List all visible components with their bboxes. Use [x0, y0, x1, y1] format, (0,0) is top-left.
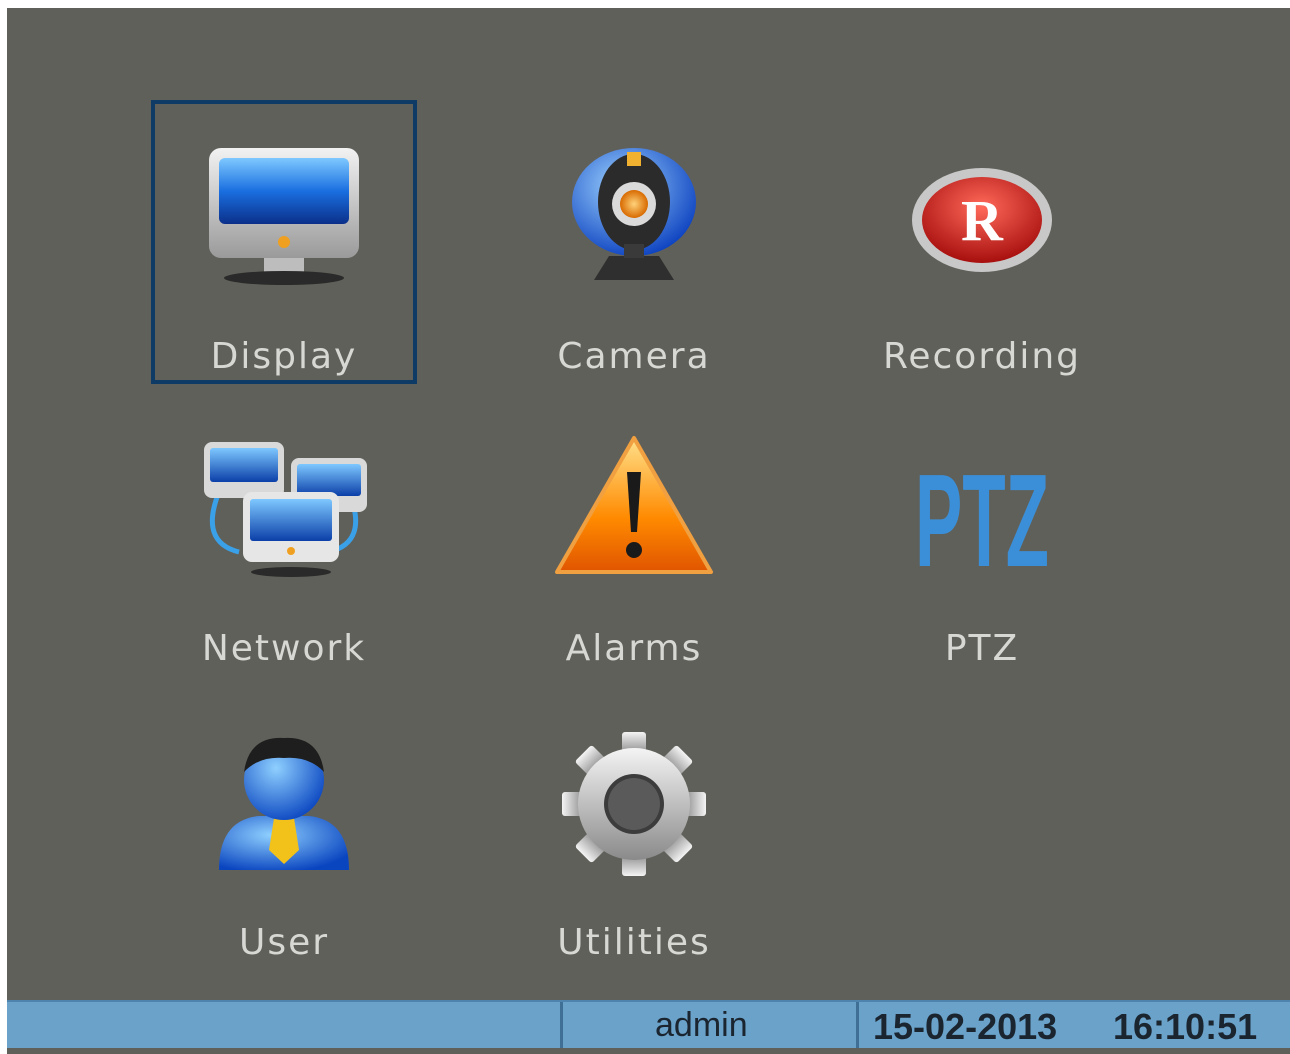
- network-icon: [204, 442, 367, 577]
- menu-item-label: User: [238, 922, 330, 963]
- current-user: admin: [655, 1006, 748, 1044]
- status-blank-segment: [7, 1002, 560, 1048]
- menu-item-label: Utilities: [557, 922, 711, 963]
- menu-item-label: PTZ: [944, 628, 1020, 669]
- status-user-segment: admin: [560, 1002, 856, 1048]
- ptz-icon-text: PTZ: [915, 447, 1049, 588]
- menu-item-recording[interactable]: R Recording: [849, 100, 1115, 384]
- menu-item-label: Recording: [882, 336, 1082, 377]
- webcam-icon: [572, 148, 696, 280]
- warning-icon: [555, 436, 713, 574]
- menu-item-network[interactable]: Network: [151, 392, 417, 676]
- gear-icon: [562, 732, 706, 876]
- user-icon: [219, 737, 349, 870]
- menu-item-label: Display: [210, 336, 358, 377]
- menu-item-utilities[interactable]: Utilities: [501, 686, 767, 970]
- menu-item-label: Network: [201, 628, 367, 669]
- ptz-icon: PTZ: [915, 447, 1049, 588]
- menu-item-alarms[interactable]: Alarms: [501, 392, 767, 676]
- record-icon: R: [912, 168, 1052, 272]
- menu-item-display[interactable]: Display: [151, 100, 417, 384]
- menu-item-ptz[interactable]: PTZ PTZ: [849, 392, 1115, 676]
- dvr-main-menu: Display Camera R Recording Network Alarm…: [7, 8, 1290, 1054]
- record-icon-letter: R: [961, 188, 1004, 253]
- menu-item-camera[interactable]: Camera: [501, 100, 767, 384]
- status-bar: admin 15-02-2013 16:10:51: [7, 1000, 1290, 1048]
- menu-item-label: Alarms: [565, 628, 703, 669]
- current-date: 15-02-2013: [873, 1006, 1058, 1047]
- menu-item-user[interactable]: User: [151, 686, 417, 970]
- current-time: 16:10:51: [1113, 1006, 1258, 1047]
- status-datetime-segment: 15-02-2013 16:10:51: [856, 1002, 1290, 1048]
- menu-item-label: Camera: [557, 336, 711, 377]
- monitor-icon: [209, 148, 359, 285]
